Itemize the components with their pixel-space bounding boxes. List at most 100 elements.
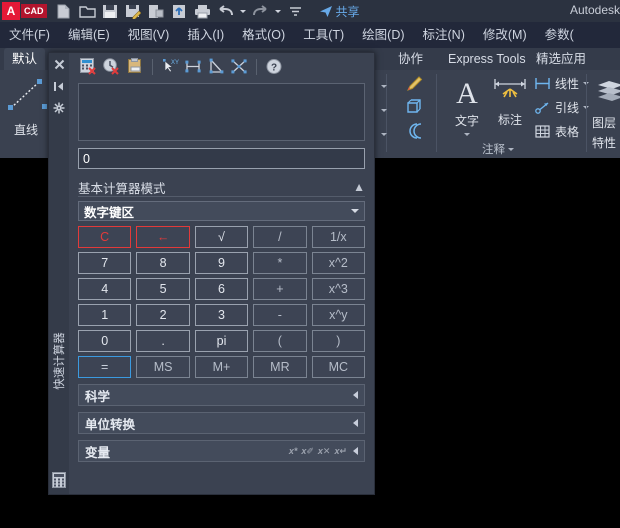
key-backspace[interactable]: ←	[136, 226, 190, 248]
modify-fillet-dropdown-icon[interactable]	[381, 103, 387, 117]
key-memory-store[interactable]: MS	[136, 356, 190, 378]
menu-insert[interactable]: 插入(I)	[178, 22, 233, 48]
menu-modify[interactable]: 修改(M)	[474, 22, 536, 48]
menu-format[interactable]: 格式(O)	[233, 22, 294, 48]
key-memory-add[interactable]: M+	[194, 356, 249, 378]
key-paren-open[interactable]: (	[253, 330, 307, 352]
section-variables[interactable]: 变量 x* x✐ x✕ x↵	[78, 440, 365, 462]
array-icon[interactable]	[405, 122, 425, 143]
key-minus[interactable]: -	[253, 304, 307, 326]
key-equals[interactable]: =	[78, 356, 132, 378]
line-tool-button[interactable]: 直线	[2, 70, 50, 140]
chevron-left-icon-3[interactable]	[353, 447, 358, 455]
key-memory-recall[interactable]: MR	[253, 356, 307, 378]
quickcalc-icon[interactable]	[52, 472, 66, 491]
annotation-panel-title[interactable]: 注释	[482, 141, 514, 157]
distance-between-points-icon[interactable]	[184, 58, 202, 76]
collapse-chevron-up-icon[interactable]: ▲︎	[353, 180, 365, 194]
key-clear[interactable]: C	[78, 226, 132, 248]
key-6[interactable]: 6	[194, 278, 249, 300]
text-dropdown-icon[interactable]	[446, 127, 488, 141]
tab-collaborate[interactable]: 协作	[390, 48, 431, 70]
modify-trim-dropdown-icon[interactable]	[381, 79, 387, 93]
print-icon[interactable]	[193, 2, 212, 20]
key-power[interactable]: x^y	[311, 304, 365, 326]
edit-variable-icon[interactable]: x✐	[301, 446, 314, 457]
dimension-button[interactable]: 标注	[489, 75, 531, 128]
auto-hide-icon[interactable]	[49, 75, 69, 97]
key-square[interactable]: x^2	[311, 252, 365, 274]
menu-draw[interactable]: 绘图(D)	[353, 22, 413, 48]
undo-dropdown-icon[interactable]	[239, 2, 247, 20]
paste-to-command-line-icon[interactable]	[126, 58, 144, 76]
key-7[interactable]: 7	[78, 252, 132, 274]
clear-icon[interactable]	[80, 58, 98, 76]
key-plus[interactable]: +	[253, 278, 307, 300]
layers-icon[interactable]	[596, 78, 620, 105]
table-button[interactable]: 表格	[534, 123, 579, 140]
clear-history-icon[interactable]	[103, 58, 121, 76]
app-logo[interactable]: A CAD	[2, 2, 47, 20]
key-reciprocal[interactable]: 1/x	[311, 226, 365, 248]
leader-button[interactable]: 引线	[534, 99, 590, 116]
tab-express-tools[interactable]: Express Tools	[440, 48, 534, 70]
share-button[interactable]: 共享	[319, 3, 360, 20]
annotation-panel-expand-icon[interactable]	[508, 147, 514, 151]
menu-view[interactable]: 视图(V)	[119, 22, 179, 48]
new-variable-icon[interactable]: x*	[289, 446, 298, 456]
customize-icon[interactable]	[286, 2, 305, 20]
menu-dimension[interactable]: 标注(N)	[414, 22, 474, 48]
angle-of-line-icon[interactable]	[207, 58, 225, 76]
key-cube[interactable]: x^3	[311, 278, 365, 300]
menu-file[interactable]: 文件(F)	[0, 22, 59, 48]
key-sqrt[interactable]: √	[194, 226, 249, 248]
key-3[interactable]: 3	[194, 304, 249, 326]
key-pi[interactable]: pi	[194, 330, 249, 352]
menu-tools[interactable]: 工具(T)	[294, 22, 353, 48]
menu-parametric[interactable]: 参数(	[536, 22, 583, 48]
cloud-save-icon[interactable]	[170, 2, 189, 20]
new-icon[interactable]	[55, 2, 74, 20]
return-variable-icon[interactable]: x↵	[334, 446, 347, 457]
tab-default[interactable]: 默认	[4, 48, 46, 70]
history-area[interactable]	[78, 83, 365, 141]
key-0[interactable]: 0	[78, 330, 132, 352]
undo-icon[interactable]	[216, 2, 235, 20]
chevron-down-icon[interactable]	[351, 209, 359, 213]
text-button[interactable]: A 文字	[446, 74, 488, 141]
section-scientific[interactable]: 科学	[78, 384, 365, 406]
palette-properties-icon[interactable]	[49, 97, 69, 119]
chevron-left-icon-2[interactable]	[353, 419, 358, 427]
close-icon[interactable]	[49, 53, 69, 75]
redo-icon[interactable]	[251, 2, 270, 20]
key-2[interactable]: 2	[136, 304, 190, 326]
pencil-icon[interactable]	[405, 75, 425, 96]
key-4[interactable]: 4	[78, 278, 132, 300]
key-1[interactable]: 1	[78, 304, 132, 326]
help-icon[interactable]: ?	[265, 58, 283, 76]
export-icon[interactable]	[147, 2, 166, 20]
delete-variable-icon[interactable]: x✕	[318, 446, 331, 457]
redo-dropdown-icon[interactable]	[274, 2, 282, 20]
tab-featured-apps[interactable]: 精选应用	[528, 48, 594, 70]
chevron-left-icon[interactable]	[353, 391, 358, 399]
extrude-icon[interactable]	[405, 98, 425, 119]
open-icon[interactable]	[78, 2, 97, 20]
key-multiply[interactable]: *	[253, 252, 307, 274]
key-5[interactable]: 5	[136, 278, 190, 300]
linear-dimension-button[interactable]: 线性	[534, 75, 590, 92]
save-as-icon[interactable]	[124, 2, 143, 20]
intersection-of-lines-icon[interactable]	[230, 58, 248, 76]
basic-calculator-mode-header[interactable]: 基本计算器模式 ▲︎	[78, 178, 365, 197]
menu-edit[interactable]: 编辑(E)	[59, 22, 119, 48]
save-icon[interactable]	[101, 2, 120, 20]
key-8[interactable]: 8	[136, 252, 190, 274]
key-decimal[interactable]: .	[136, 330, 190, 352]
get-coordinates-icon[interactable]: XY	[161, 58, 179, 76]
section-unit-conversion[interactable]: 单位转换	[78, 412, 365, 434]
key-divide[interactable]: /	[253, 226, 307, 248]
expression-input[interactable]: 0	[78, 148, 365, 169]
key-paren-close[interactable]: )	[311, 330, 365, 352]
key-9[interactable]: 9	[194, 252, 249, 274]
keypad-selector[interactable]: 数字键区	[78, 201, 365, 221]
